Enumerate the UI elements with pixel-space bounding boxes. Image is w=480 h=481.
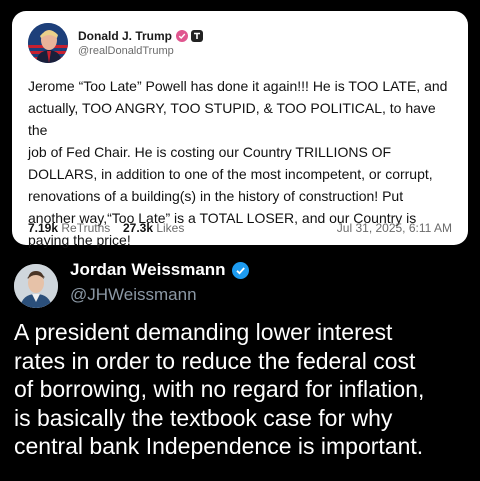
avatar-image <box>14 264 58 308</box>
post-date[interactable]: Jul 31, 2025, 6:11 AM <box>337 221 452 235</box>
retruths-label[interactable]: ReTruths <box>61 221 110 235</box>
truth-social-embed[interactable]: Donald J. Trump @realDonaldTrump Jerome … <box>12 11 468 248</box>
post-footer: 7.19k ReTruths 27.3k Likes Jul 31, 2025,… <box>28 221 452 235</box>
avatar[interactable] <box>28 23 68 63</box>
tweet-header: Jordan Weissmann @JHWeissmann <box>14 258 249 308</box>
author-handle[interactable]: @JHWeissmann <box>70 285 249 305</box>
author-name[interactable]: Jordan Weissmann <box>70 260 226 280</box>
author-handle[interactable]: @realDonaldTrump <box>78 45 203 57</box>
avatar[interactable] <box>14 264 58 308</box>
embed-header: Donald J. Trump @realDonaldTrump <box>28 23 452 63</box>
likes-count[interactable]: 27.3k <box>123 221 153 235</box>
truth-social-icon <box>191 30 204 42</box>
retruths-count[interactable]: 7.19k <box>28 221 58 235</box>
avatar-image <box>28 23 68 63</box>
verified-badge-icon <box>176 30 189 42</box>
likes-label[interactable]: Likes <box>156 221 184 235</box>
author-name[interactable]: Donald J. Trump <box>78 29 172 43</box>
verified-badge-icon <box>231 261 249 279</box>
tweet-text: A president demanding lower interest rat… <box>14 319 425 459</box>
